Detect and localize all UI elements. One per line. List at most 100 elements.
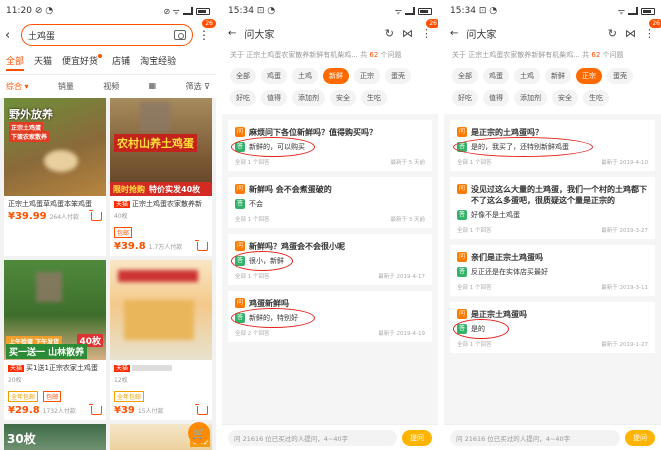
back-icon[interactable]: ‹ <box>5 28 17 43</box>
product-spec: 20枚 <box>8 377 22 384</box>
filter-chip[interactable]: 添加剂 <box>514 90 547 106</box>
filter-chip[interactable]: 蛋壳 <box>385 68 411 84</box>
filter-chip[interactable]: 全部 <box>452 68 478 84</box>
tab-tmall[interactable]: 天猫 <box>34 54 52 71</box>
filter-chip[interactable]: 蛋壳 <box>607 68 633 84</box>
answer-icon: 答 <box>457 267 467 277</box>
question-text: 问没见过这么大量的土鸡蛋，我们一个村的土鸡都下不了这么多蛋吧，很质疑这个量是正宗… <box>457 184 647 205</box>
answer-meta: 全部 1 个回答 最新于 2019-3-11 <box>457 285 648 291</box>
filter-chip[interactable]: 土鸡 <box>514 68 540 84</box>
back-icon[interactable]: ← <box>228 28 236 39</box>
status-time: 11:20 ⊘ ◔ <box>6 6 54 16</box>
filter-chip[interactable]: 新鲜 <box>323 68 349 84</box>
qa-card[interactable]: 问没见过这么大量的土鸡蛋，我们一个村的土鸡都下不了这么多蛋吧，很质疑这个量是正宗… <box>450 177 655 239</box>
more-menu-icon[interactable]: ⋮ 26 <box>644 18 661 40</box>
highlight-circle <box>231 251 293 271</box>
cart-fab-icon[interactable]: 🛒 <box>188 422 210 444</box>
filter-chip[interactable]: 安全 <box>552 90 578 106</box>
category-tabs: 全部 天猫 便宜好货 店铺 淘宝经验 <box>0 48 216 75</box>
answer-meta: 全部 2 个回答 最新于 2019-4-19 <box>235 331 425 337</box>
filter-chip[interactable]: 鸡蛋 <box>261 68 287 84</box>
share-icon[interactable]: ⋈ <box>402 27 413 40</box>
question-icon: 问 <box>235 184 245 194</box>
phone-qa-authentic: 15:34 ⊡ ◔ ᯤ ← 问大家 ↻ ⋈ ⋮ 26 关于 正宗土鸡蛋农家散养新鲜… <box>444 0 661 450</box>
more-menu-icon[interactable]: ⋮ 26 <box>421 18 438 40</box>
image-banner: 农村山养土鸡蛋 <box>114 134 197 152</box>
status-bar: 15:34 ⊡ ◔ ᯤ <box>444 0 661 22</box>
search-input[interactable]: 土鸡蛋 <box>21 24 193 46</box>
blurred-face <box>36 272 62 302</box>
filter-chip[interactable]: 好吃 <box>452 90 478 106</box>
add-to-cart-icon[interactable] <box>195 240 208 251</box>
qa-card[interactable]: 问新鲜吗 会不会煮蛋破的答不会 全部 1 个回答 最新于 3 天前 <box>228 177 432 228</box>
qa-card[interactable]: 问新鲜吗？鸡蛋会不会很小呢答很小，新鲜 全部 1 个回答 最新于 2019-4-17 <box>228 234 432 285</box>
grid-toggle-icon[interactable]: ▦ <box>149 81 157 92</box>
product-price: ¥39.99 264人付款 <box>8 211 80 222</box>
filter-chip[interactable]: 安全 <box>330 90 356 106</box>
qa-card[interactable]: 问鸡蛋新鲜吗答新鲜的，特别好 全部 2 个回答 最新于 2019-4-19 <box>228 291 432 342</box>
promo-stripe: 限时抢购 特价实发40枚 <box>110 182 212 196</box>
ask-button[interactable]: 提问 <box>402 429 432 446</box>
blurred-face <box>140 102 170 132</box>
camera-icon[interactable] <box>174 30 186 40</box>
filter-chip[interactable]: 正宗 <box>354 68 380 84</box>
tab-cheap-goods[interactable]: 便宜好货 <box>62 54 103 71</box>
back-icon[interactable]: ← <box>450 28 458 39</box>
product-title: 天猫 买1送1正宗农家土鸡蛋 <box>8 364 98 372</box>
add-to-cart-icon[interactable] <box>195 404 208 415</box>
qa-card[interactable]: 问麻烦问下各位新鲜吗？值得购买吗？答新鲜的，可以购买 全部 1 个回答 最新于 5 … <box>228 120 432 171</box>
filter-chip[interactable]: 土鸡 <box>292 68 318 84</box>
tab-shops[interactable]: 店铺 <box>112 54 130 71</box>
product-image: 30枚 <box>4 424 106 450</box>
ask-input[interactable]: 问 21616 位已买过的人提问，4~40字 <box>228 429 397 446</box>
product-card[interactable]: 30枚 <box>4 424 106 450</box>
sort-overall[interactable]: 综合 ▾ <box>6 81 29 92</box>
refresh-icon[interactable]: ↻ <box>608 27 617 40</box>
highlight-circle <box>453 137 593 157</box>
qa-card[interactable]: 问是正宗的土鸡蛋吗？答是的，我买了，还特别新鲜鸡蛋 全部 1 个回答 最新于 201… <box>450 120 655 171</box>
share-icon[interactable]: ⋈ <box>625 27 636 40</box>
filter-chip[interactable]: 添加剂 <box>292 90 325 106</box>
filter-chip[interactable]: 值得 <box>483 90 509 106</box>
tab-all[interactable]: 全部 <box>6 54 25 71</box>
more-menu-icon[interactable]: ⋮ 26 <box>197 19 216 42</box>
add-to-cart-icon[interactable] <box>89 404 102 415</box>
message-badge: 26 <box>649 18 661 28</box>
answer-meta: 全部 1 个回答 最新于 2019-4-17 <box>235 274 425 280</box>
add-to-cart-icon[interactable] <box>89 210 102 221</box>
ask-bar: 问 21616 位已买过的人提问，4~40字 提问 <box>444 424 661 450</box>
answer-meta: 全部 1 个回答 最新于 5 天前 <box>235 160 425 166</box>
product-card[interactable]: 野外放养 正宗土鸡蛋 下蛋农家散养 正宗土鸡蛋草鸡蛋本笨鸡蛋 ¥39.99 264… <box>4 98 106 256</box>
status-time: 15:34 ⊡ ◔ <box>450 6 498 16</box>
filter-chip[interactable]: 新鲜 <box>545 68 571 84</box>
highlight-circle <box>231 137 315 157</box>
phone-qa-fresh: 15:34 ⊡ ◔ ᯤ ← 问大家 ↻ ⋈ ⋮ 26 关于 正宗土鸡蛋农家散养新鲜… <box>222 0 438 450</box>
product-card[interactable]: 农村山养土鸡蛋 限时抢购 特价实发40枚 天猫 正宗土鸡蛋农家散养新 40枚 包邮 … <box>110 98 212 256</box>
question-icon: 问 <box>457 309 467 319</box>
question-text: 问新鲜吗 会不会煮蛋破的 <box>235 184 332 194</box>
ask-button[interactable]: 提问 <box>625 429 655 446</box>
tab-experience[interactable]: 淘宝经验 <box>140 54 176 71</box>
filter-chip[interactable]: 全部 <box>230 68 256 84</box>
filter-button[interactable]: 筛选 ⊽ <box>186 81 210 92</box>
qa-card[interactable]: 问亲们是正宗土鸡蛋吗答反正还是在实体店买最好 全部 1 个回答 最新于 2019-3… <box>450 245 655 296</box>
filter-chip[interactable]: 正宗 <box>576 68 602 84</box>
sort-sales[interactable]: 销量 <box>58 81 74 92</box>
ask-input[interactable]: 问 21616 位已买过的人提问，4~40字 <box>450 429 620 446</box>
product-card[interactable]: 天猫 12枚 全年包邮 ¥39 15人付款 <box>110 260 212 420</box>
qa-card[interactable]: 问是正宗土鸡蛋吗答是的 全部 1 个回答 最新于 2019-1-27 <box>450 302 655 353</box>
filter-chip[interactable]: 鸡蛋 <box>483 68 509 84</box>
message-badge: 26 <box>202 19 216 28</box>
signal-icon <box>183 7 193 15</box>
filter-chip[interactable]: 值得 <box>261 90 287 106</box>
filter-chip[interactable]: 好吃 <box>230 90 256 106</box>
sort-video[interactable]: 视频 <box>103 81 119 92</box>
shipping-chip: 包邮 <box>114 227 133 238</box>
filter-chip[interactable]: 生吃 <box>583 90 609 106</box>
product-card[interactable]: 上午捡蛋 下午发货 40枚 买一送一 山林散养 天猫 买1送1正宗农家土鸡蛋 20… <box>4 260 106 420</box>
answer-meta: 全部 1 个回答 最新于 2019-3-27 <box>457 228 648 234</box>
refresh-icon[interactable]: ↻ <box>385 27 394 40</box>
answer-icon: 答 <box>235 199 245 209</box>
question-icon: 问 <box>457 184 467 194</box>
filter-chip[interactable]: 生吃 <box>361 90 387 106</box>
